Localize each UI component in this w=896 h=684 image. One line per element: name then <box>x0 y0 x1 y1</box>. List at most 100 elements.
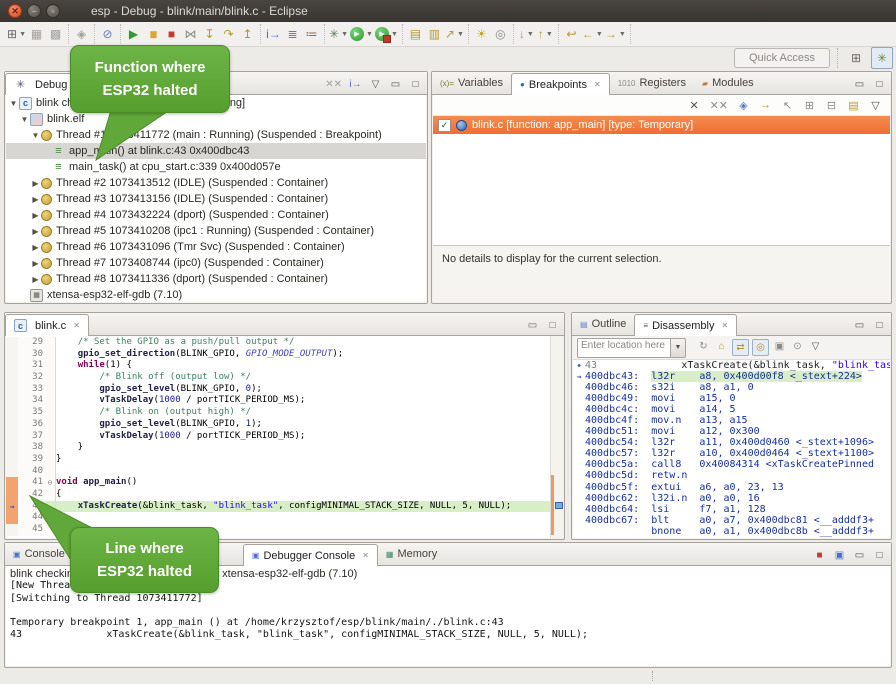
editor-line[interactable]: 33 gpio_set_level(BLINK_GPIO, 0); <box>6 384 550 396</box>
debug-perspective-button[interactable]: ✳ <box>871 47 893 69</box>
chevron-down-icon[interactable]: ▼ <box>671 338 686 358</box>
disassembly-row[interactable]: 400dbc5f: extui a6, a0, 23, 13 <box>573 482 890 493</box>
editor-line[interactable]: 39} <box>6 454 550 466</box>
launch-button[interactable]: ↗▼ <box>445 25 464 43</box>
step-return-button[interactable]: ↥ <box>239 25 256 43</box>
new-wizard-button[interactable]: ⊞▼ <box>7 25 26 43</box>
back-button[interactable]: ←▼ <box>582 25 603 43</box>
maximize-view-button[interactable]: □ <box>546 319 559 332</box>
maximize-button[interactable]: □ <box>873 549 886 562</box>
new-project-button[interactable]: ▤ <box>407 25 424 43</box>
editor-line[interactable]: 31 while(1) { <box>6 360 550 372</box>
show-source-button[interactable]: ◎ <box>752 339 769 356</box>
tree-expander-icon[interactable]: ▶ <box>30 227 41 236</box>
save-all-button[interactable]: ▩ <box>47 25 64 43</box>
window-minimize-button[interactable]: – <box>27 4 41 18</box>
chevron-down-icon[interactable]: ▼ <box>596 31 603 38</box>
expand-all-button[interactable]: ⊞ <box>803 99 816 112</box>
tree-expander-icon[interactable]: ▼ <box>30 131 41 140</box>
tree-expander-icon[interactable]: ▶ <box>30 259 41 268</box>
previous-annotation-button[interactable]: ↑▼ <box>537 25 554 43</box>
fold-marker-icon[interactable]: ⊖ <box>45 477 56 489</box>
window-close-button[interactable]: ✕ <box>8 4 22 18</box>
disassembly-listing[interactable]: ◆43 xTaskCreate(&blink_task, "blink_tas→… <box>573 360 890 537</box>
view-menu-button[interactable]: ▽ <box>369 78 382 91</box>
run-button[interactable]: ▶▼ <box>350 25 373 43</box>
suspend-button[interactable]: ▮▮ <box>144 25 161 43</box>
terminate-button[interactable]: ■ <box>813 549 826 562</box>
close-icon[interactable]: ✕ <box>362 551 369 560</box>
debug-tree-row[interactable]: ▼blink.elf <box>6 111 426 127</box>
disassembly-row[interactable]: 400dbc4f: mov.n a13, a15 <box>573 415 890 426</box>
step-into-button[interactable]: ↧ <box>201 25 218 43</box>
location-input[interactable]: Enter location here <box>577 338 671 358</box>
close-icon[interactable]: ✕ <box>721 321 728 330</box>
tab-blink-c[interactable]: c blink.c ✕ <box>5 314 89 336</box>
view-menu-button[interactable]: ▽ <box>808 339 823 354</box>
editor-line[interactable]: 30 gpio_set_direction(BLINK_GPIO, GPIO_M… <box>6 349 550 361</box>
editor-line[interactable]: 38 } <box>6 442 550 454</box>
tree-expander-icon[interactable]: ▶ <box>30 211 41 220</box>
minimize-button[interactable]: ▭ <box>853 78 866 91</box>
step-over-button[interactable]: ↷ <box>220 25 237 43</box>
debug-tree-row[interactable]: ▶Thread #6 1073431096 (Tmr Svc) (Suspend… <box>6 239 426 255</box>
home-button[interactable]: ⌂ <box>714 339 729 354</box>
debug-button[interactable]: ✳▼ <box>329 25 348 43</box>
tab-registers[interactable]: 1010Registers <box>610 72 694 94</box>
disassembly-row[interactable]: 400dbc67: blt a0, a7, 0x400dbc81 <__addd… <box>573 515 890 526</box>
tree-expander-icon[interactable]: ▶ <box>30 179 41 188</box>
debug-tree-row[interactable]: ▼Thread #1 1073411772 (main : Running) (… <box>6 127 426 143</box>
chevron-down-icon[interactable]: ▼ <box>19 31 26 38</box>
mark-occurrences-button[interactable]: ◎ <box>492 25 509 43</box>
pin-button[interactable]: ⊙ <box>790 339 805 354</box>
editor-line[interactable]: 41⊖void app_main() <box>6 477 550 489</box>
location-combo[interactable]: Enter location here ▼ <box>577 338 686 358</box>
tab-disassembly[interactable]: ≡Disassembly✕ <box>634 314 737 336</box>
tab-memory[interactable]: ▦Memory <box>378 543 445 565</box>
disassembly-row[interactable]: 400dbc5a: call8 0x40084314 <xTaskCreateP… <box>573 459 890 470</box>
tab-modules[interactable]: ▰Modules <box>694 72 762 94</box>
disassembly-row[interactable]: bnone a0, a1, 0x400dbc8b <__adddf3+ <box>573 526 890 537</box>
disassembly-row[interactable]: 400dbc62: l32i.n a0, a0, 16 <box>573 493 890 504</box>
disassembly-row[interactable]: 400dbc51: movi a12, 0x300 <box>573 426 890 437</box>
chevron-down-icon[interactable]: ▼ <box>527 31 534 38</box>
debug-tree-row[interactable]: ≡main_task() at cpu_start.c:339 0x400d05… <box>6 159 426 175</box>
disassembly-row[interactable]: 400dbc64: lsi f7, a1, 128 <box>573 504 890 515</box>
refresh-button[interactable]: ↻ <box>696 339 711 354</box>
breakpoint-row[interactable]: ✓ blink.c [function: app_main] [type: Te… <box>433 116 890 134</box>
group-by-button[interactable]: ▤ <box>847 99 860 112</box>
minimize-button[interactable]: ▭ <box>853 319 866 332</box>
editor-line[interactable]: 37 vTaskDelay(1000 / portTICK_PERIOD_MS)… <box>6 431 550 443</box>
instruction-stepping-mode-button[interactable]: i→ <box>349 78 362 91</box>
chevron-down-icon[interactable]: ▼ <box>546 31 553 38</box>
remove-selected-button[interactable]: ✕ <box>688 99 701 112</box>
disassembly-row[interactable]: →400dbc43: l32r a8, 0x400d00f8 <_stext+2… <box>573 371 890 382</box>
sync-with-debug-button[interactable]: ⇄ <box>732 339 749 356</box>
search-button[interactable]: ☀ <box>473 25 490 43</box>
forward-button[interactable]: →▼ <box>605 25 626 43</box>
disassembly-row[interactable]: ◆43 xTaskCreate(&blink_task, "blink_tas <box>573 360 890 371</box>
chevron-down-icon[interactable]: ▼ <box>619 31 626 38</box>
quick-access-box[interactable]: Quick Access <box>734 48 830 68</box>
editor-line[interactable]: 29 /* Set the GPIO as a push/pull output… <box>6 337 550 349</box>
chevron-down-icon[interactable]: ▼ <box>391 31 398 38</box>
tree-expander-icon[interactable]: ▶ <box>30 243 41 252</box>
debug-tree-row[interactable]: ▶Thread #3 1073413156 (IDLE) (Suspended … <box>6 191 426 207</box>
minimize-view-button[interactable]: ▭ <box>526 319 539 332</box>
editor-line[interactable]: 40 <box>6 466 550 478</box>
editor-line[interactable]: 35 /* Blink on (output high) */ <box>6 407 550 419</box>
edit-step-filters-button[interactable]: ≔ <box>303 25 320 43</box>
breakpoint-checkbox[interactable]: ✓ <box>438 119 451 132</box>
debug-tree-row[interactable]: ▶Thread #8 1073411336 (dport) (Suspended… <box>6 271 426 287</box>
debug-tree-row[interactable]: ▶Thread #5 1073410208 (ipc1 : Running) (… <box>6 223 426 239</box>
debug-tree-row[interactable]: ≡app_main() at blink.c:43 0x400dbc43 <box>6 143 426 159</box>
chevron-down-icon[interactable]: ▼ <box>341 31 348 38</box>
use-step-filters-button[interactable]: ≣ <box>284 25 301 43</box>
link-with-debug-button[interactable]: ↖ <box>781 99 794 112</box>
show-breakpoints-supported-button[interactable]: ◈ <box>737 99 750 112</box>
sash-grip[interactable] <box>652 671 655 681</box>
chevron-down-icon[interactable]: ▼ <box>366 31 373 38</box>
maximize-button[interactable]: □ <box>873 319 886 332</box>
editor-line[interactable]: 34 vTaskDelay(1000 / portTICK_PERIOD_MS)… <box>6 395 550 407</box>
view-menu-button[interactable]: ▽ <box>869 99 882 112</box>
